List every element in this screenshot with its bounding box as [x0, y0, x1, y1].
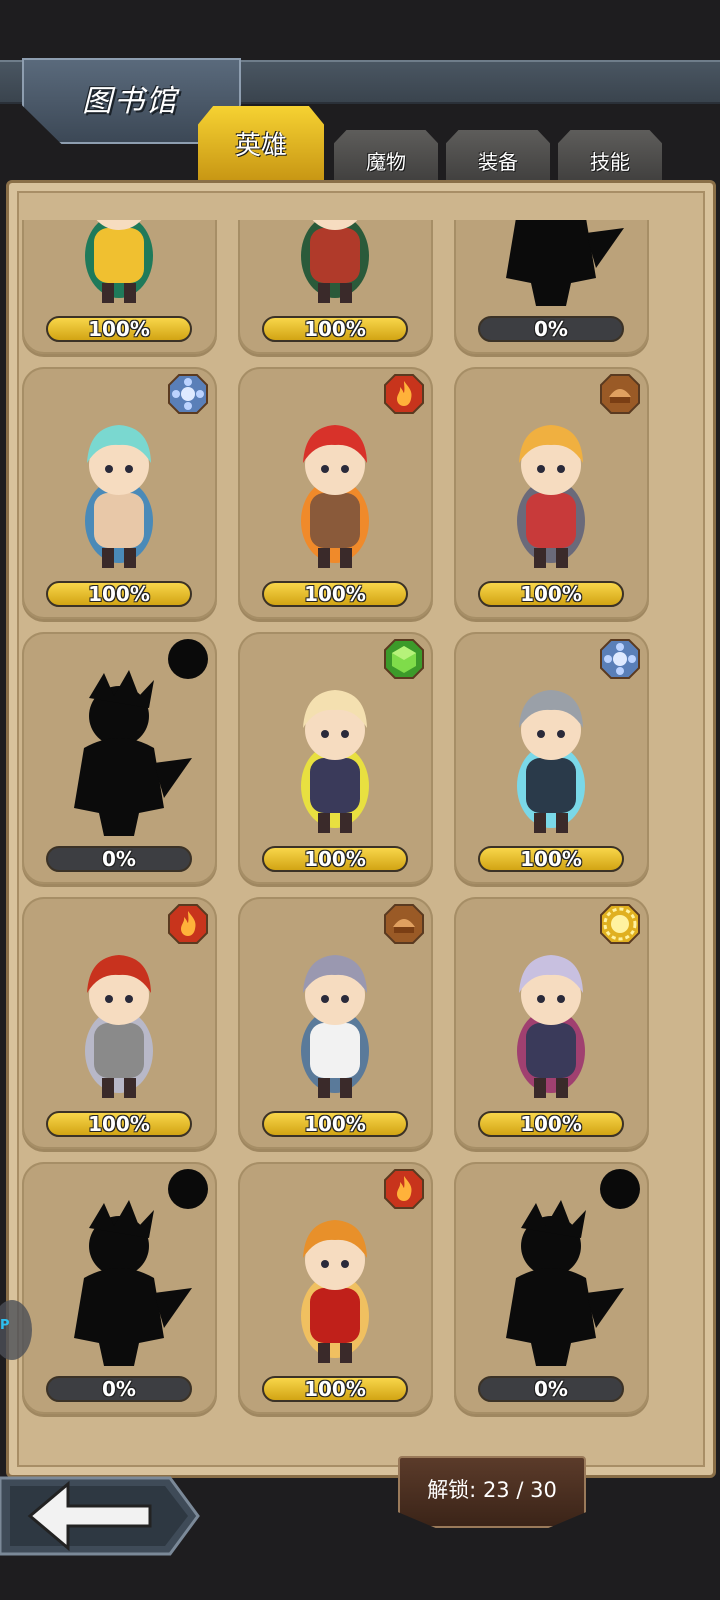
fire-element-icon: [384, 1169, 424, 1209]
collection-percent: 100%: [262, 1376, 408, 1402]
wind-element-icon: [384, 639, 424, 679]
hero-portrait: [85, 955, 153, 1098]
collection-percent: 100%: [262, 1111, 408, 1137]
hero-card[interactable]: 100%: [238, 220, 433, 354]
hero-card[interactable]: 100%: [22, 367, 217, 619]
collection-percent: 100%: [478, 581, 624, 607]
hero-card[interactable]: 100%: [238, 367, 433, 619]
hero-portrait: [85, 220, 153, 303]
collection-percent: 100%: [46, 581, 192, 607]
hero-card[interactable]: 100%: [454, 632, 649, 884]
page-title: 图书馆: [82, 84, 178, 119]
hero-card[interactable]: 100%: [454, 367, 649, 619]
collection-percent: 100%: [478, 846, 624, 872]
collection-percent: 100%: [46, 316, 192, 342]
light-element-icon: [600, 904, 640, 944]
hero-portrait: [517, 425, 585, 568]
hero-card[interactable]: 0%: [22, 1162, 217, 1414]
water-element-icon: [168, 374, 208, 414]
hero-grid[interactable]: 100% 100% 0% 100% 100% 100% 0% 100% 100% 100% 100%…: [18, 220, 702, 1448]
hero-card[interactable]: 0%: [454, 1162, 649, 1414]
collection-percent: 0%: [46, 1376, 192, 1402]
earth-element-icon: [384, 904, 424, 944]
hero-card[interactable]: 100%: [454, 897, 649, 1149]
hero-portrait: [301, 690, 369, 833]
hero-portrait: [301, 955, 369, 1098]
collection-percent: 0%: [478, 1376, 624, 1402]
fire-element-icon: [168, 904, 208, 944]
hero-card[interactable]: 100%: [22, 220, 217, 354]
dark-element-icon: [168, 639, 208, 679]
collection-percent: 100%: [46, 1111, 192, 1137]
collection-percent: 100%: [262, 581, 408, 607]
dark-element-icon: [168, 1169, 208, 1209]
fire-element-icon: [384, 374, 424, 414]
hero-card[interactable]: 100%: [238, 1162, 433, 1414]
locked-hero-silhouette: [74, 1200, 192, 1366]
locked-hero-silhouette: [506, 220, 624, 306]
hero-portrait: [301, 425, 369, 568]
hero-portrait: [85, 425, 153, 568]
hero-portrait: [301, 1220, 369, 1363]
water-element-icon: [600, 639, 640, 679]
hero-card[interactable]: 100%: [238, 897, 433, 1149]
collection-percent: 100%: [478, 1111, 624, 1137]
locked-hero-silhouette: [74, 670, 192, 836]
hero-card[interactable]: 100%: [238, 632, 433, 884]
collection-percent: 100%: [262, 316, 408, 342]
collection-percent: 0%: [478, 316, 624, 342]
hero-card[interactable]: 100%: [22, 897, 217, 1149]
hero-portrait: [301, 220, 369, 303]
hero-card[interactable]: 0%: [22, 632, 217, 884]
collection-percent: 100%: [262, 846, 408, 872]
hero-portrait: [517, 955, 585, 1098]
locked-hero-silhouette: [506, 1200, 624, 1366]
dark-element-icon: [600, 1169, 640, 1209]
side-floating-label: P: [0, 1318, 10, 1333]
hero-card[interactable]: 0%: [454, 220, 649, 354]
back-button[interactable]: [0, 1472, 200, 1558]
tab-heroes[interactable]: 英雄: [198, 106, 324, 190]
collection-percent: 0%: [46, 846, 192, 872]
earth-element-icon: [600, 374, 640, 414]
unlock-counter: 解锁: 23 / 30: [398, 1456, 586, 1528]
hero-portrait: [517, 690, 585, 833]
